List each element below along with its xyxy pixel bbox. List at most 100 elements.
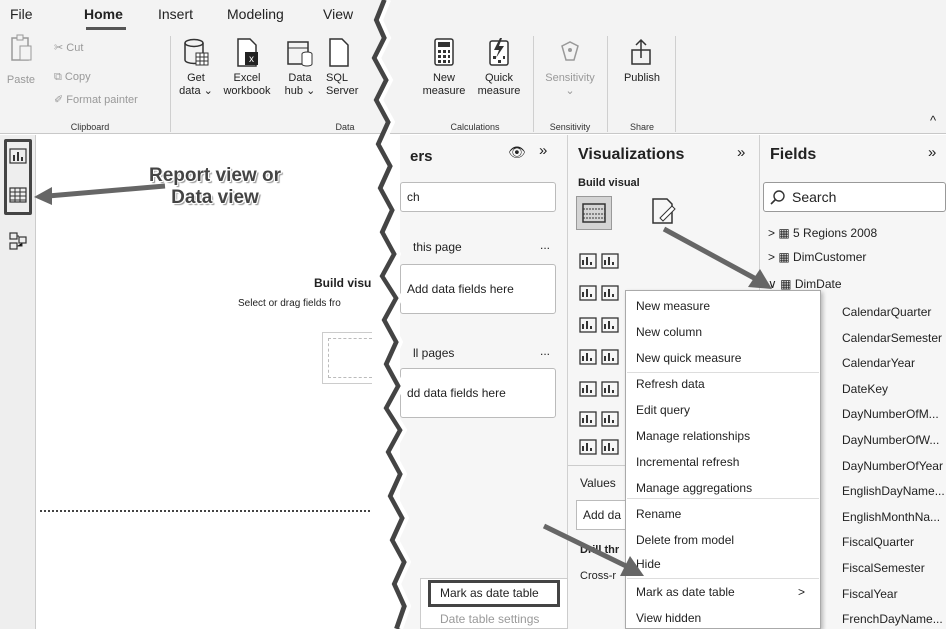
- copy-button[interactable]: ⧉ Copy: [54, 71, 91, 84]
- all-pages-more-icon[interactable]: ...: [540, 344, 550, 358]
- search-placeholder: Search: [792, 189, 837, 205]
- values-label: Values: [580, 476, 616, 490]
- field-column[interactable]: CalendarYear: [842, 356, 915, 370]
- svg-text:x: x: [249, 54, 254, 65]
- pie-icon[interactable]: [578, 438, 598, 456]
- field-column[interactable]: DayNumberOfYear: [842, 459, 943, 473]
- field-column[interactable]: FiscalSemester: [842, 561, 925, 575]
- build-visual-hint: Select or drag fields fro: [238, 298, 341, 309]
- field-column[interactable]: CalendarQuarter: [842, 305, 931, 319]
- context-menu-item[interactable]: Refresh data: [636, 377, 705, 391]
- eye-icon[interactable]: 👁: [508, 144, 526, 161]
- context-menu-separator: [627, 372, 819, 373]
- context-menu-item[interactable]: Rename: [636, 507, 681, 521]
- callout-arrow: [34, 183, 166, 205]
- stacked-column-icon[interactable]: [600, 284, 620, 302]
- menu-insert[interactable]: Insert: [158, 6, 193, 22]
- menu-bar: File Home Insert Modeling View: [0, 0, 946, 30]
- shield-tag-icon: [561, 41, 579, 61]
- context-menu-item[interactable]: Manage relationships: [636, 429, 750, 443]
- area-chart-icon[interactable]: [600, 348, 620, 366]
- this-page-drop-zone[interactable]: Add data fields here: [400, 264, 556, 314]
- context-menu-item[interactable]: New column: [636, 325, 702, 339]
- annotation-arrow-dimdate: [662, 226, 772, 289]
- model-view-button[interactable]: [9, 232, 27, 255]
- copy-icon: ⧉: [54, 71, 62, 83]
- field-column[interactable]: FrenchDayName...: [842, 612, 943, 626]
- build-visual-tab[interactable]: [576, 196, 612, 230]
- stacked-bar-icon[interactable]: [578, 252, 598, 270]
- ribbon-separator: [675, 36, 676, 132]
- context-menu-item[interactable]: Edit query: [636, 403, 690, 417]
- data-hub-button[interactable]: Data hub ⌄: [280, 38, 320, 98]
- context-menu-item[interactable]: Mark as date table: [636, 585, 735, 599]
- menu-home[interactable]: Home: [84, 6, 123, 22]
- funnel-icon[interactable]: [578, 410, 598, 428]
- menu-file[interactable]: File: [10, 6, 33, 22]
- fields-search-input[interactable]: Search: [763, 182, 946, 212]
- context-menu-item[interactable]: View hidden: [636, 611, 701, 625]
- sensitivity-group-label: Sensitivity: [549, 122, 591, 132]
- context-menu-item[interactable]: New measure: [636, 299, 710, 313]
- collapse-viz-icon[interactable]: »: [737, 144, 745, 161]
- excel-workbook-button[interactable]: x Excel workbook: [219, 38, 275, 98]
- sensitivity-button[interactable]: Sensitivity ⌄: [540, 38, 600, 98]
- search-icon: [770, 190, 785, 205]
- clustered-column-icon[interactable]: [600, 252, 620, 270]
- field-column[interactable]: CalendarSemester: [842, 331, 942, 345]
- table-5-regions[interactable]: > ▦ 5 Regions 2008: [768, 226, 877, 240]
- new-measure-button[interactable]: New measure: [420, 38, 468, 98]
- context-menu-item[interactable]: Incremental refresh: [636, 455, 739, 469]
- clipboard-group-label: Clipboard: [70, 122, 110, 132]
- field-column[interactable]: EnglishDayName...: [842, 484, 945, 498]
- context-menu-item[interactable]: New quick measure: [636, 351, 741, 365]
- line-chart-icon[interactable]: [578, 348, 598, 366]
- column-100-icon[interactable]: [600, 316, 620, 334]
- quick-measure-button[interactable]: Quick measure: [473, 38, 525, 98]
- filters-search-input[interactable]: ch: [400, 182, 556, 212]
- filters-all-pages-label: ll pages: [413, 346, 455, 360]
- ribbon: Paste ✂ Cut ⧉ Copy ✐ Format painter Clip…: [0, 30, 946, 134]
- field-column[interactable]: DayNumberOfW...: [842, 433, 939, 447]
- menu-view[interactable]: View: [323, 6, 353, 22]
- submenu-chevron-icon: >: [798, 585, 806, 599]
- mini-date-table-settings[interactable]: Date table settings: [440, 612, 539, 626]
- clustered-bar-icon[interactable]: [578, 284, 598, 302]
- model-diagram-icon: [9, 232, 27, 250]
- collapse-ribbon-button[interactable]: ^: [930, 114, 936, 127]
- waterfall-icon[interactable]: [600, 380, 620, 398]
- fields-title: Fields: [770, 146, 817, 163]
- build-visual-label: Build visual: [578, 177, 640, 189]
- bar-100-icon[interactable]: [578, 316, 598, 334]
- collapse-fields-icon[interactable]: »: [928, 144, 936, 161]
- database-icon: [184, 38, 209, 66]
- format-paintbrush-icon: [652, 198, 676, 224]
- field-column[interactable]: FiscalQuarter: [842, 535, 914, 549]
- calculator-icon: [434, 38, 454, 66]
- table-icon: ▦: [778, 226, 790, 240]
- context-menu-item[interactable]: Delete from model: [636, 533, 734, 547]
- field-column[interactable]: DateKey: [842, 382, 888, 396]
- donut-icon[interactable]: [600, 438, 620, 456]
- collapse-filters-icon[interactable]: »: [539, 142, 547, 159]
- view-highlight-box: [4, 139, 32, 215]
- ribbon-icon[interactable]: [578, 380, 598, 398]
- ribbon-separator: [170, 36, 171, 132]
- cut-button[interactable]: ✂ Cut: [54, 42, 83, 55]
- menu-modeling[interactable]: Modeling: [227, 6, 284, 22]
- publish-button[interactable]: Publish: [617, 38, 667, 85]
- paste-button[interactable]: Paste: [6, 34, 36, 87]
- all-pages-drop-zone[interactable]: dd data fields here: [400, 368, 556, 418]
- field-column[interactable]: DayNumberOfM...: [842, 407, 939, 421]
- table-visual-icon: [582, 203, 606, 223]
- context-menu-item[interactable]: Manage aggregations: [636, 481, 752, 495]
- this-page-more-icon[interactable]: ...: [540, 238, 550, 252]
- field-column[interactable]: EnglishMonthNa...: [842, 510, 940, 524]
- table-dimcustomer[interactable]: > ▦ DimCustomer: [768, 250, 866, 264]
- share-group-label: Share: [629, 122, 655, 132]
- field-column[interactable]: FiscalYear: [842, 587, 898, 601]
- scatter-icon[interactable]: [600, 410, 620, 428]
- format-painter-button[interactable]: ✐ Format painter: [54, 94, 138, 107]
- mini-mark-as-date-table[interactable]: Mark as date table: [440, 586, 539, 600]
- get-data-button[interactable]: Get data ⌄: [177, 38, 215, 98]
